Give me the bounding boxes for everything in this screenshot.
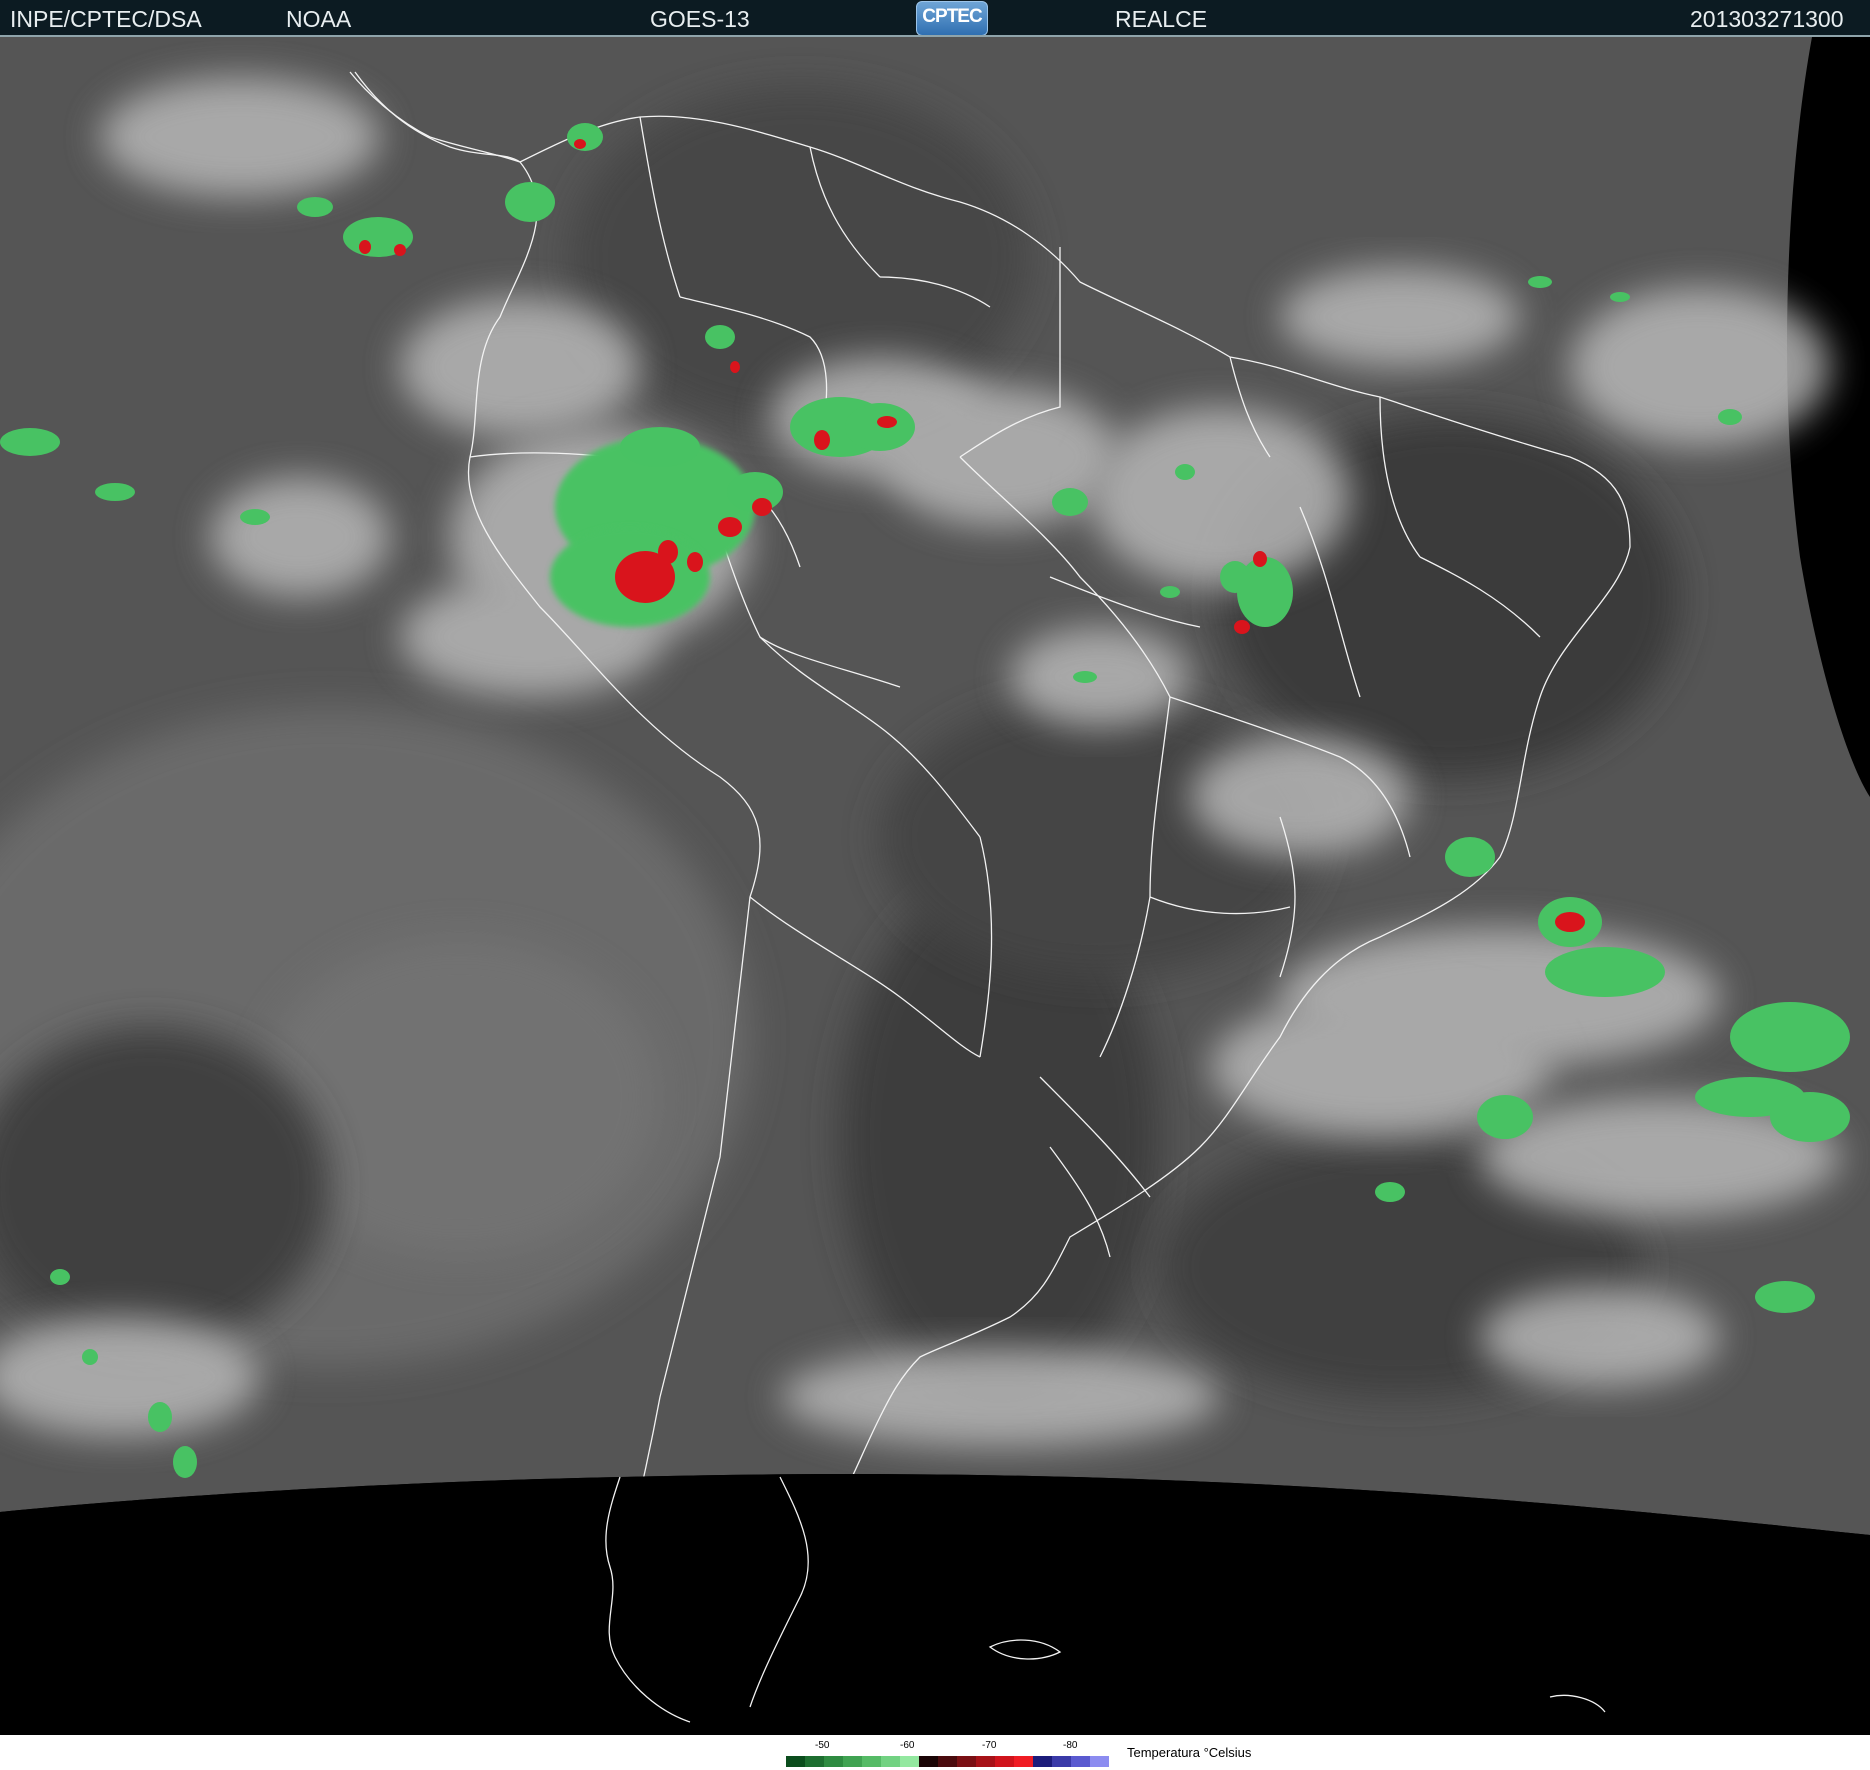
cptec-logo: CPTEC <box>916 1 988 36</box>
color-swatch <box>957 1756 976 1767</box>
temperature-legend: -50 -60 -70 -80 Temperatura °Celsius <box>0 1735 1870 1770</box>
color-swatch <box>881 1756 900 1767</box>
color-swatch <box>919 1756 938 1767</box>
color-swatch <box>1033 1756 1052 1767</box>
color-swatch <box>938 1756 957 1767</box>
color-swatch <box>1071 1756 1090 1767</box>
header-bar: INPE/CPTEC/DSA NOAA GOES-13 CPTEC REALCE… <box>0 0 1870 36</box>
color-swatch <box>995 1756 1014 1767</box>
color-swatch <box>824 1756 843 1767</box>
agency-label: INPE/CPTEC/DSA <box>10 6 202 32</box>
color-swatch <box>843 1756 862 1767</box>
infrared-map <box>0 37 1870 1735</box>
color-swatch <box>1052 1756 1071 1767</box>
color-swatch <box>786 1756 805 1767</box>
satellite-image <box>0 37 1870 1735</box>
legend-title: Temperatura °Celsius <box>1127 1745 1252 1760</box>
tick-label: -80 <box>1063 1740 1078 1751</box>
color-swatch <box>862 1756 881 1767</box>
satellite-label: GOES-13 <box>650 6 750 32</box>
color-scale <box>786 1756 1109 1767</box>
color-swatch <box>1090 1756 1109 1767</box>
color-swatch <box>1014 1756 1033 1767</box>
tick-label: -70 <box>982 1740 997 1751</box>
space-region <box>0 1474 1870 1735</box>
tick-label: -60 <box>900 1740 915 1751</box>
partner-label: NOAA <box>286 6 352 32</box>
product-label: REALCE <box>1115 6 1208 32</box>
timestamp-label: 201303271300 <box>1690 6 1844 32</box>
color-swatch <box>976 1756 995 1767</box>
color-swatch <box>805 1756 824 1767</box>
color-swatch <box>900 1756 919 1767</box>
tick-label: -50 <box>815 1740 830 1751</box>
